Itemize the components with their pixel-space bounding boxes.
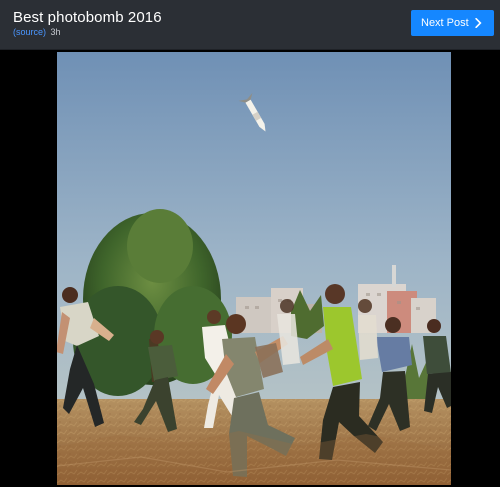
app-window: Best photobomb 2016 (source) 3h Next Pos… [0, 0, 500, 487]
post-title: Best photobomb 2016 [13, 9, 162, 26]
chevron-right-icon [475, 18, 482, 28]
photo-illustration [57, 52, 451, 485]
foreground-dust [57, 431, 451, 485]
post-image [57, 52, 451, 485]
post-viewer [0, 50, 500, 487]
post-header: Best photobomb 2016 (source) 3h Next Pos… [0, 0, 500, 50]
post-meta: (source) 3h [13, 27, 61, 38]
source-link[interactable]: (source) [13, 27, 46, 37]
next-post-label: Next Post [421, 17, 469, 29]
post-time: 3h [50, 27, 61, 37]
next-post-button[interactable]: Next Post [411, 10, 494, 36]
